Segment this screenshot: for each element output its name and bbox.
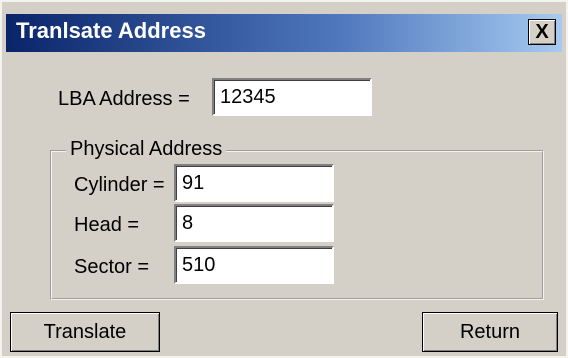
lba-address-label: LBA Address =	[58, 88, 190, 110]
lba-address-input[interactable]: 12345	[212, 78, 372, 116]
cylinder-label: Cylinder =	[74, 174, 165, 196]
sector-input[interactable]: 510	[174, 246, 334, 284]
close-icon: X	[535, 21, 549, 43]
translate-button[interactable]: Translate	[10, 312, 160, 352]
return-button[interactable]: Return	[422, 312, 558, 352]
sector-label: Sector =	[74, 256, 150, 278]
head-input[interactable]: 8	[174, 204, 334, 242]
cylinder-input[interactable]: 91	[174, 164, 334, 202]
close-button[interactable]: X	[528, 19, 556, 45]
title-bar[interactable]: Tranlsate Address X	[6, 14, 562, 52]
head-label: Head =	[74, 214, 140, 236]
physical-address-group-label: Physical Address	[66, 138, 227, 161]
window-title: Tranlsate Address	[16, 18, 206, 43]
translate-address-dialog: Tranlsate Address X LBA Address = 12345 …	[0, 0, 568, 358]
